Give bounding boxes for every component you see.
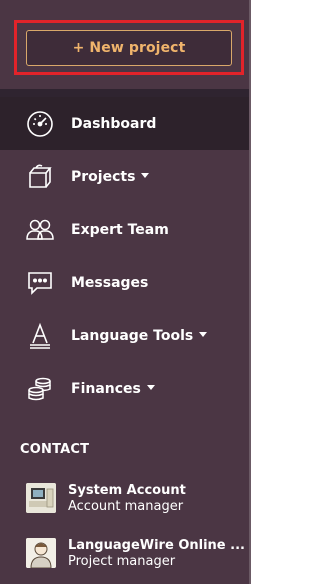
sidebar-item-messages[interactable]: Messages bbox=[0, 256, 249, 309]
coins-icon bbox=[22, 372, 58, 406]
computer-avatar-icon bbox=[26, 483, 56, 513]
team-icon bbox=[22, 213, 58, 247]
sidebar-item-finances[interactable]: Finances bbox=[0, 362, 249, 415]
new-project-button[interactable]: + New project bbox=[26, 30, 232, 66]
chevron-down-icon bbox=[199, 332, 208, 337]
contact-item[interactable]: LanguageWire Online ... Project manager bbox=[0, 538, 249, 584]
sidebar-item-label: Language Tools bbox=[71, 328, 208, 344]
speedometer-icon bbox=[22, 107, 58, 141]
sidebar-item-label: Projects bbox=[71, 169, 150, 185]
contact-name: LanguageWire Online ... bbox=[68, 538, 245, 553]
sidebar-divider bbox=[0, 89, 249, 97]
chevron-down-icon bbox=[141, 173, 150, 178]
message-bubble-icon bbox=[22, 266, 58, 300]
contact-heading: CONTACT bbox=[20, 442, 90, 457]
contact-role: Account manager bbox=[68, 499, 184, 514]
sidebar-item-projects[interactable]: Projects bbox=[0, 150, 249, 203]
contact-role: Project manager bbox=[68, 554, 176, 569]
new-project-highlight: + New project bbox=[14, 20, 244, 75]
contact-name: System Account bbox=[68, 483, 186, 498]
sidebar-item-label: Dashboard bbox=[71, 115, 157, 132]
chevron-down-icon bbox=[146, 385, 155, 390]
sidebar-item-label: Messages bbox=[71, 274, 149, 291]
projects-box-icon bbox=[22, 160, 58, 194]
sidebar: + New project Dashboard Projects Expert … bbox=[0, 0, 251, 584]
contact-item[interactable]: System Account Account manager bbox=[0, 483, 249, 533]
sidebar-item-dashboard[interactable]: Dashboard bbox=[0, 97, 249, 150]
person-avatar-icon bbox=[26, 538, 56, 568]
sidebar-item-label: Expert Team bbox=[71, 221, 169, 238]
sidebar-item-language-tools[interactable]: Language Tools bbox=[0, 309, 249, 362]
sidebar-item-expert-team[interactable]: Expert Team bbox=[0, 203, 249, 256]
sidebar-item-label: Finances bbox=[71, 381, 155, 397]
language-tools-icon bbox=[22, 319, 58, 353]
